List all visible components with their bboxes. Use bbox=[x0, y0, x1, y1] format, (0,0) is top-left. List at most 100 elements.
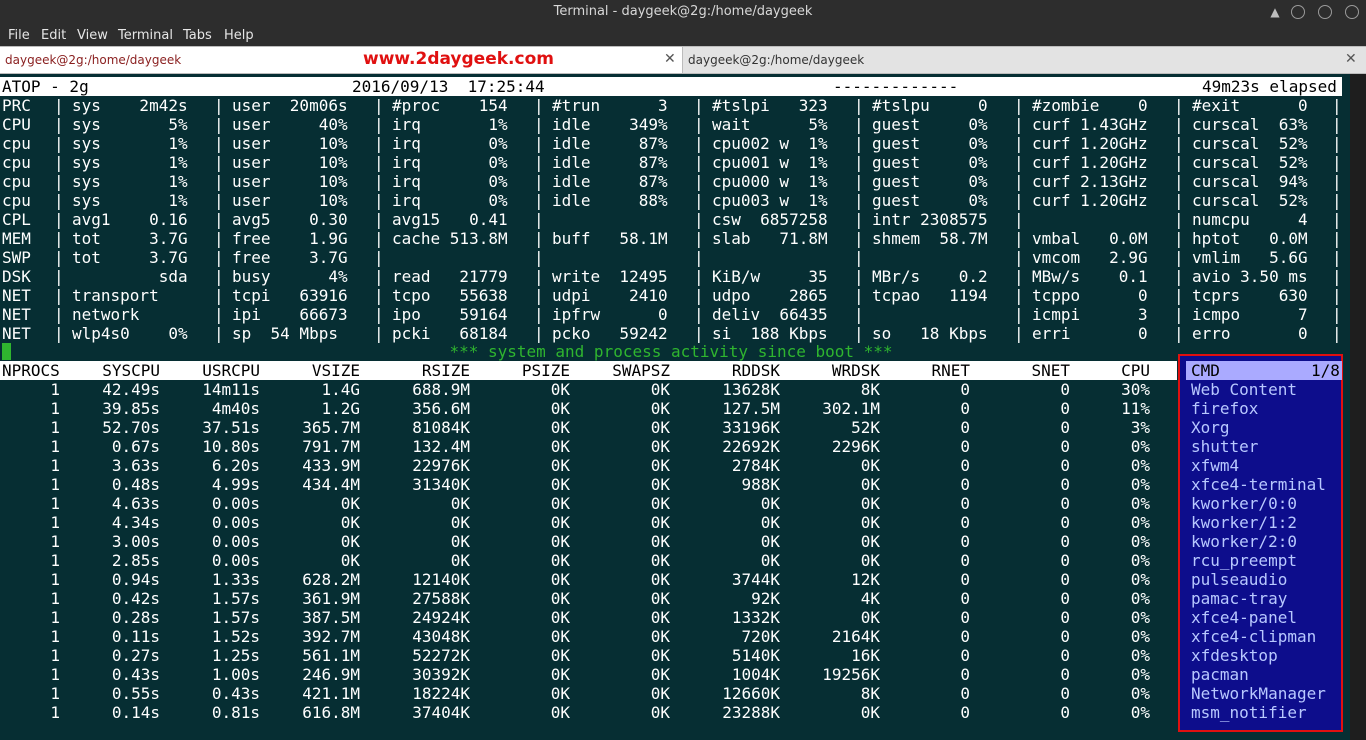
process-row[interactable]: 1 2.85s 0.00s 0K 0K 0K 0K 0K 0K 0 0 0% rcu_preempt bbox=[0, 551, 1342, 570]
process-row[interactable]: 1 4.34s 0.00s 0K 0K 0K 0K 0K 0K 0 0 0% kworker/1:2 bbox=[0, 513, 1342, 532]
process-row[interactable]: 1 3.00s 0.00s 0K 0K 0K 0K 0K 0K 0 0 0% kworker/2:0 bbox=[0, 532, 1342, 551]
stat-cell: sys 2m42s bbox=[72, 96, 188, 115]
stat-cell: udpi 2410 bbox=[552, 286, 668, 305]
process-cell: 1 bbox=[50, 437, 60, 456]
column-separator: | bbox=[1332, 324, 1342, 343]
close-window-button[interactable] bbox=[1345, 5, 1359, 19]
menu-help[interactable]: Help bbox=[224, 28, 254, 43]
process-cell: 16K bbox=[851, 646, 880, 665]
row-label: cpu bbox=[2, 191, 31, 210]
stat-cell: icmpi 3 bbox=[1032, 305, 1148, 324]
window-titlebar[interactable]: Terminal - daygeek@2g:/home/daygeek ▲ bbox=[0, 0, 1366, 24]
stat-cell: irq 0% bbox=[392, 191, 508, 210]
process-row[interactable]: 1 0.14s 0.81s 616.8M 37404K 0K 0K 23288K 0K 0 0 0% m… bbox=[0, 703, 1342, 722]
menu-view[interactable]: View bbox=[77, 28, 108, 43]
column-separator: | bbox=[1174, 96, 1184, 115]
tab-terminal-2[interactable]: daygeek@2g:/home/daygeek ✕ bbox=[683, 47, 1366, 73]
stat-cell: idle 87% bbox=[552, 172, 668, 191]
process-cell: 0K bbox=[450, 551, 470, 570]
process-cell: 0% bbox=[1130, 494, 1150, 513]
maximize-button[interactable] bbox=[1318, 5, 1332, 19]
stat-cell: deliv 66435 bbox=[712, 305, 828, 324]
process-cell: 0K bbox=[650, 627, 670, 646]
column-separator: | bbox=[1014, 115, 1024, 134]
close-tab-icon[interactable]: ✕ bbox=[664, 51, 676, 67]
process-row[interactable]: 1 0.11s 1.52s 392.7M 43048K 0K 0K 720K 2164K 0 0 0%… bbox=[0, 627, 1342, 646]
menu-tabs[interactable]: Tabs bbox=[183, 28, 212, 43]
close-tab-icon[interactable]: ✕ bbox=[1345, 51, 1357, 67]
stat-cell: ipfrw 0 bbox=[552, 305, 668, 324]
stat-cell: tot 3.7G bbox=[72, 229, 188, 248]
process-row[interactable]: 1 0.67s 10.80s 791.7M 132.4M 0K 0K 22692K 2296K 0… bbox=[0, 437, 1342, 456]
process-row[interactable]: 1 0.43s 1.00s 246.9M 30392K 0K 0K 1004K 19256K 0 0… bbox=[0, 665, 1342, 684]
atop-elapsed: 49m23s elapsed bbox=[1202, 77, 1337, 96]
column-separator: | bbox=[694, 210, 704, 229]
stat-cell: buff 58.1M bbox=[552, 229, 668, 248]
tab-terminal-1[interactable]: daygeek@2g:/home/daygeek www.2daygeek.co… bbox=[0, 47, 683, 73]
column-separator: | bbox=[1014, 134, 1024, 153]
menu-edit[interactable]: Edit bbox=[41, 28, 66, 43]
process-cell: 81084K bbox=[412, 418, 470, 437]
process-cell: 43048K bbox=[412, 627, 470, 646]
column-separator: | bbox=[214, 286, 224, 305]
process-cell: 92K bbox=[751, 589, 780, 608]
process-row[interactable]: 1 42.49s 14m11s 1.4G 688.9M 0K 0K 13628K 8K 0 0 30%… bbox=[0, 380, 1342, 399]
process-cell: 0K bbox=[650, 703, 670, 722]
column-separator: | bbox=[54, 286, 64, 305]
column-separator: | bbox=[54, 96, 64, 115]
process-cell: 0 bbox=[960, 589, 970, 608]
process-cell: 0.28s bbox=[111, 608, 160, 627]
column-separator: | bbox=[1174, 305, 1184, 324]
row-label: cpu bbox=[2, 153, 31, 172]
row-label: DSK bbox=[2, 267, 31, 286]
column-separator: | bbox=[854, 191, 864, 210]
stat-cell: user 40% bbox=[232, 115, 348, 134]
process-row[interactable]: 1 3.63s 6.20s 433.9M 22976K 0K 0K 2784K 0K 0 0 0% xf… bbox=[0, 456, 1342, 475]
process-cell: 1 bbox=[50, 570, 60, 589]
column-separator: | bbox=[1174, 286, 1184, 305]
process-row[interactable]: 1 0.55s 0.43s 421.1M 18224K 0K 0K 12660K 8K 0 0 0% N… bbox=[0, 684, 1342, 703]
stat-cell: avio 3.50 ms bbox=[1192, 267, 1308, 286]
stat-cell: cpu003 w 1% bbox=[712, 191, 828, 210]
process-row[interactable]: 1 0.27s 1.25s 561.1M 52272K 0K 0K 5140K 16K 0 0 0% x… bbox=[0, 646, 1342, 665]
terminal-output[interactable]: ATOP - 2g 2016/09/13 17:25:44 ----------… bbox=[0, 74, 1350, 740]
process-row[interactable]: 1 0.28s 1.57s 387.5M 24924K 0K 0K 1332K 0K 0 0 0% xf… bbox=[0, 608, 1342, 627]
process-cell: 0K bbox=[760, 513, 780, 532]
column-separator: | bbox=[214, 210, 224, 229]
stat-cell: network bbox=[72, 305, 188, 324]
row-label: CPL bbox=[2, 210, 31, 229]
atop-datetime: 2016/09/13 17:25:44 bbox=[352, 77, 545, 96]
process-cell: 0 bbox=[960, 418, 970, 437]
process-cell: 0K bbox=[550, 608, 570, 627]
stat-cell: transport bbox=[72, 286, 188, 305]
column-separator: | bbox=[1332, 115, 1342, 134]
terminal-scrollbar[interactable] bbox=[1350, 74, 1366, 740]
process-cell: 1.57s bbox=[211, 608, 260, 627]
process-row[interactable]: 1 0.42s 1.57s 361.9M 27588K 0K 0K 92K 4K 0 0 0% pama… bbox=[0, 589, 1342, 608]
process-cell: 0% bbox=[1130, 646, 1150, 665]
process-cell: 0.55s bbox=[111, 684, 160, 703]
stat-cell: avg1 0.16 bbox=[72, 210, 188, 229]
process-cell: 1 bbox=[50, 627, 60, 646]
process-cell: 0K bbox=[650, 589, 670, 608]
column-separator: | bbox=[694, 305, 704, 324]
process-row[interactable]: 1 39.85s 4m40s 1.2G 356.6M 0K 0K 127.5M 302.1M 0 0… bbox=[0, 399, 1342, 418]
process-cell: 24924K bbox=[412, 608, 470, 627]
process-row[interactable]: 1 0.94s 1.33s 628.2M 12140K 0K 0K 3744K 12K 0 0 0% p… bbox=[0, 570, 1342, 589]
column-separator: | bbox=[214, 305, 224, 324]
process-cell: 14m11s bbox=[202, 380, 260, 399]
column-separator: | bbox=[1014, 172, 1024, 191]
menu-file[interactable]: File bbox=[8, 28, 30, 43]
process-cell: 361.9M bbox=[302, 589, 360, 608]
minimize-button[interactable] bbox=[1291, 5, 1305, 19]
menu-terminal[interactable]: Terminal bbox=[118, 28, 173, 43]
shade-icon[interactable]: ▲ bbox=[1268, 5, 1282, 19]
process-cell: 0K bbox=[550, 513, 570, 532]
process-row[interactable]: 1 4.63s 0.00s 0K 0K 0K 0K 0K 0K 0 0 0% kworker/0:0 bbox=[0, 494, 1342, 513]
column-header: PSIZE bbox=[521, 361, 570, 380]
column-separator: | bbox=[374, 324, 384, 343]
process-row[interactable]: 1 0.48s 4.99s 434.4M 31340K 0K 0K 988K 0K 0 0 0% xfc… bbox=[0, 475, 1342, 494]
column-separator: | bbox=[1174, 134, 1184, 153]
process-row[interactable]: 1 52.70s 37.51s 365.7M 81084K 0K 0K 33196K 52K 0 0… bbox=[0, 418, 1342, 437]
process-cell: 1 bbox=[50, 380, 60, 399]
